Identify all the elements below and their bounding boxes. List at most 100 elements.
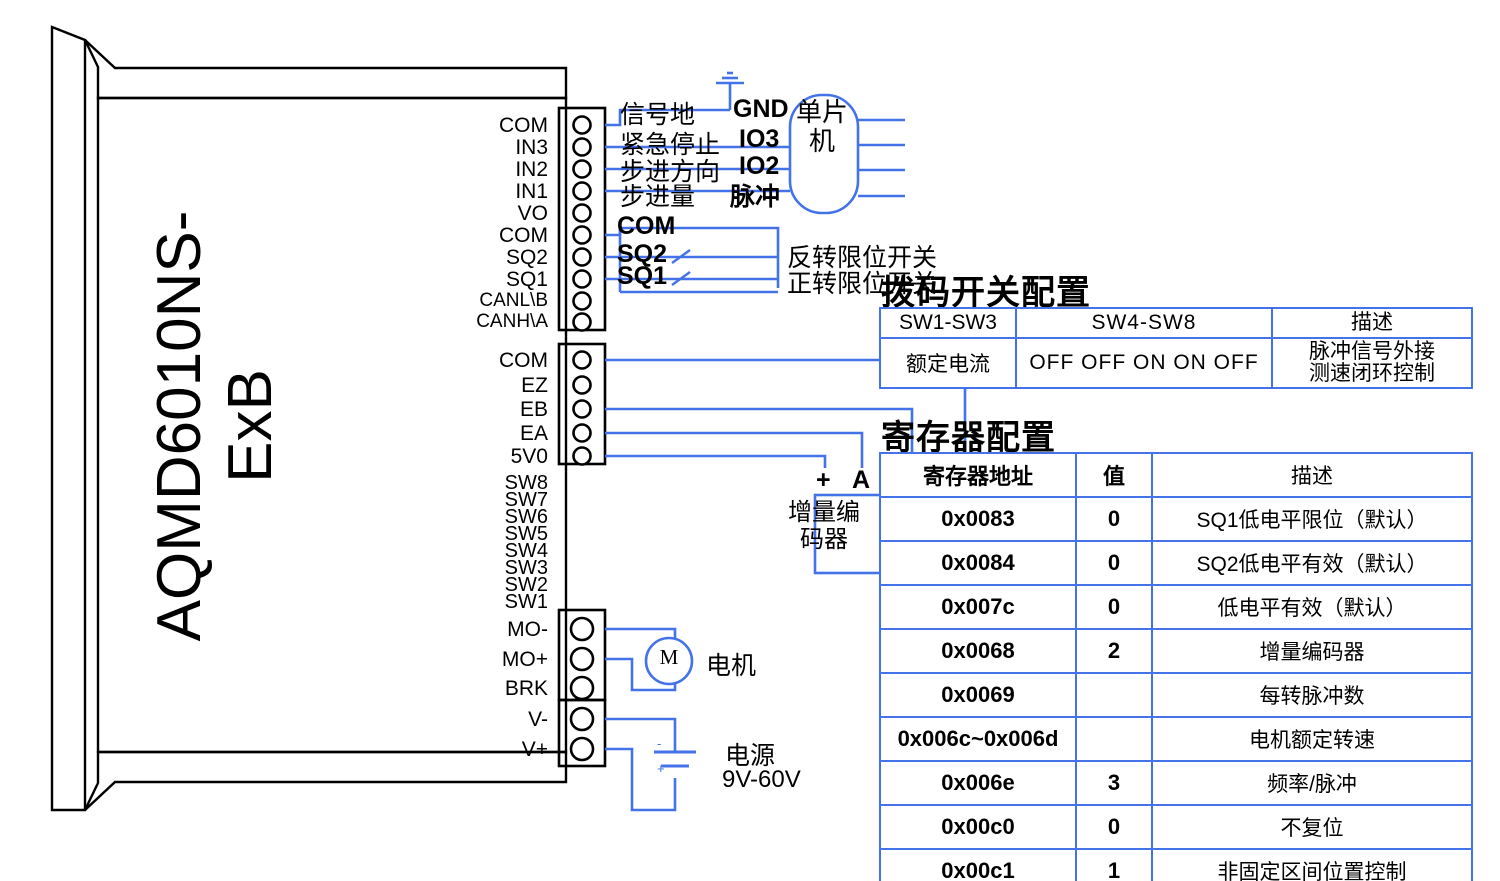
reg-desc: 每转脉冲数 xyxy=(1151,672,1473,718)
reg-value: 1 xyxy=(1075,848,1153,881)
pin-label-com1: COM xyxy=(499,114,548,137)
pin-circles-io xyxy=(572,115,592,332)
wire-enc-ea xyxy=(605,431,864,468)
dip-header-sw4-8: SW4-SW8 xyxy=(1015,307,1273,339)
pin-label-sw1: SW1 xyxy=(504,591,548,613)
pin-circles-motor xyxy=(569,616,595,701)
wire-enc-eb xyxy=(605,407,914,468)
wire-power-neg xyxy=(605,717,677,752)
pin-circles-encoder xyxy=(572,350,592,466)
pin-label-brk: BRK xyxy=(504,677,548,700)
encoder-pin-a: A xyxy=(852,466,871,494)
reg-addr: 0x0084 xyxy=(879,540,1077,586)
pin-label-mo-minus: MO- xyxy=(507,618,548,641)
battery-minus-sign: - xyxy=(657,736,662,751)
reg-desc: SQ1低电平限位（默认） xyxy=(1151,496,1473,542)
table-row: 0x006c~0x006d 电机额定转速 xyxy=(879,716,1473,762)
table-row: 0x0068 2 增量编码器 xyxy=(879,628,1473,674)
reg-addr: 0x00c0 xyxy=(879,804,1077,850)
wire-power-pos xyxy=(605,747,677,812)
reg-addr: 0x0068 xyxy=(879,628,1077,674)
power-range: 9V-60V xyxy=(722,766,801,793)
dip-header-desc: 描述 xyxy=(1271,307,1473,339)
wire-enc-5v xyxy=(605,454,827,468)
pin-label-v-plus: V+ xyxy=(521,738,548,761)
dip-cell-desc: 脉冲信号外接 测速闭环控制 xyxy=(1271,337,1473,389)
reg-value: 0 xyxy=(1075,496,1153,542)
mcu-label: 单片机 xyxy=(795,97,848,157)
pin-label-com2: COM xyxy=(499,224,548,247)
pin-label-ez: EZ xyxy=(521,374,548,397)
table-row: 额定电流 OFF OFF ON ON OFF 脉冲信号外接 测速闭环控制 xyxy=(879,337,1473,389)
table-row: 0x0069 每转脉冲数 xyxy=(879,672,1473,718)
pin-label-canl: CANL\B xyxy=(479,290,548,311)
reg-desc: 增量编码器 xyxy=(1151,628,1473,674)
ground-icon xyxy=(716,71,744,85)
motor-label: 电机 xyxy=(706,652,757,680)
reg-addr: 0x0069 xyxy=(879,672,1077,718)
reg-value xyxy=(1075,672,1153,718)
table-row: 0x006e 3 频率/脉冲 xyxy=(879,760,1473,806)
table-row: 0x007c 0 低电平有效（默认） xyxy=(879,584,1473,630)
reg-addr: 0x00c1 xyxy=(879,848,1077,881)
top-flange xyxy=(83,39,568,100)
pin-label-ea: EA xyxy=(519,422,548,445)
dip-cell-current: 额定电流 xyxy=(879,337,1017,389)
dip-switch-table: SW1-SW3 SW4-SW8 描述 额定电流 OFF OFF ON ON OF… xyxy=(879,307,1473,389)
pin-label-mo-plus: MO+ xyxy=(501,648,548,671)
pin-label-sq2: SQ2 xyxy=(505,246,548,269)
reg-value: 2 xyxy=(1075,628,1153,674)
pin-circles-power xyxy=(569,706,595,762)
dip-desc-line1: 脉冲信号外接 xyxy=(1309,339,1435,363)
reg-desc: 低电平有效（默认） xyxy=(1151,584,1473,630)
reg-addr: 0x007c xyxy=(879,584,1077,630)
reg-value: 0 xyxy=(1075,804,1153,850)
table-header-row: 寄存器地址 值 描述 xyxy=(879,452,1473,498)
dip-cell-states: OFF OFF ON ON OFF xyxy=(1015,337,1273,389)
reg-addr: 0x0083 xyxy=(879,496,1077,542)
table-header-row: SW1-SW3 SW4-SW8 描述 xyxy=(879,307,1473,339)
device-name: AQMD6010NS-ExB xyxy=(145,210,285,642)
motor-symbol-letter: M xyxy=(659,645,679,669)
reg-header-desc: 描述 xyxy=(1151,452,1473,498)
pin-label-in2: IN2 xyxy=(515,158,548,181)
pin-label-v-minus: V- xyxy=(528,708,548,731)
pin-label-sq1: SQ1 xyxy=(505,268,548,291)
encoder-pin-plus: + xyxy=(816,466,831,494)
reg-header-value: 值 xyxy=(1075,452,1153,498)
mcu-output-wires xyxy=(858,118,905,198)
heatsink-fin xyxy=(50,25,87,812)
reg-value: 0 xyxy=(1075,540,1153,586)
table-row: 0x00c0 0 不复位 xyxy=(879,804,1473,850)
reg-desc: 非固定区间位置控制 xyxy=(1151,848,1473,881)
table-row: 0x0083 0 SQ1低电平限位（默认） xyxy=(879,496,1473,542)
pin-label-eb: EB xyxy=(519,398,548,421)
table-row: 0x0084 0 SQ2低电平有效（默认） xyxy=(879,540,1473,586)
reg-desc: 不复位 xyxy=(1151,804,1473,850)
wiring-diagram: AQMD6010NS-ExB COM IN3 IN2 IN1 VO COM SQ… xyxy=(0,0,1500,881)
reg-desc: 电机额定转速 xyxy=(1151,716,1473,762)
io-label-io3: IO3 xyxy=(739,125,780,153)
reg-value xyxy=(1075,716,1153,762)
reg-addr: 0x006e xyxy=(879,760,1077,806)
encoder-label: 增量编码器 xyxy=(788,499,860,553)
limit-com-label: COM xyxy=(617,212,676,240)
table-row: 0x00c1 1 非固定区间位置控制 xyxy=(879,848,1473,881)
battery-plus-sign: + xyxy=(657,761,665,776)
reg-value: 0 xyxy=(1075,584,1153,630)
signal-label-steps: 步进量 xyxy=(620,183,696,211)
pin-label-in3: IN3 xyxy=(515,136,548,159)
limit-sq1-label: SQ1 xyxy=(617,262,668,290)
pin-label-enc-com: COM xyxy=(499,349,548,372)
reg-header-address: 寄存器地址 xyxy=(879,452,1077,498)
reg-desc: SQ2低电平有效（默认） xyxy=(1151,540,1473,586)
io-label-pulse: 脉冲 xyxy=(730,183,781,211)
dip-header-sw1-3: SW1-SW3 xyxy=(879,307,1017,339)
pin-label-vo: VO xyxy=(517,202,548,225)
pin-label-canh: CANH\A xyxy=(476,311,548,332)
pin-label-in1: IN1 xyxy=(515,180,548,203)
reg-addr: 0x006c~0x006d xyxy=(879,716,1077,762)
reg-desc: 频率/脉冲 xyxy=(1151,760,1473,806)
io-label-gnd: GND xyxy=(733,95,789,123)
reg-value: 3 xyxy=(1075,760,1153,806)
